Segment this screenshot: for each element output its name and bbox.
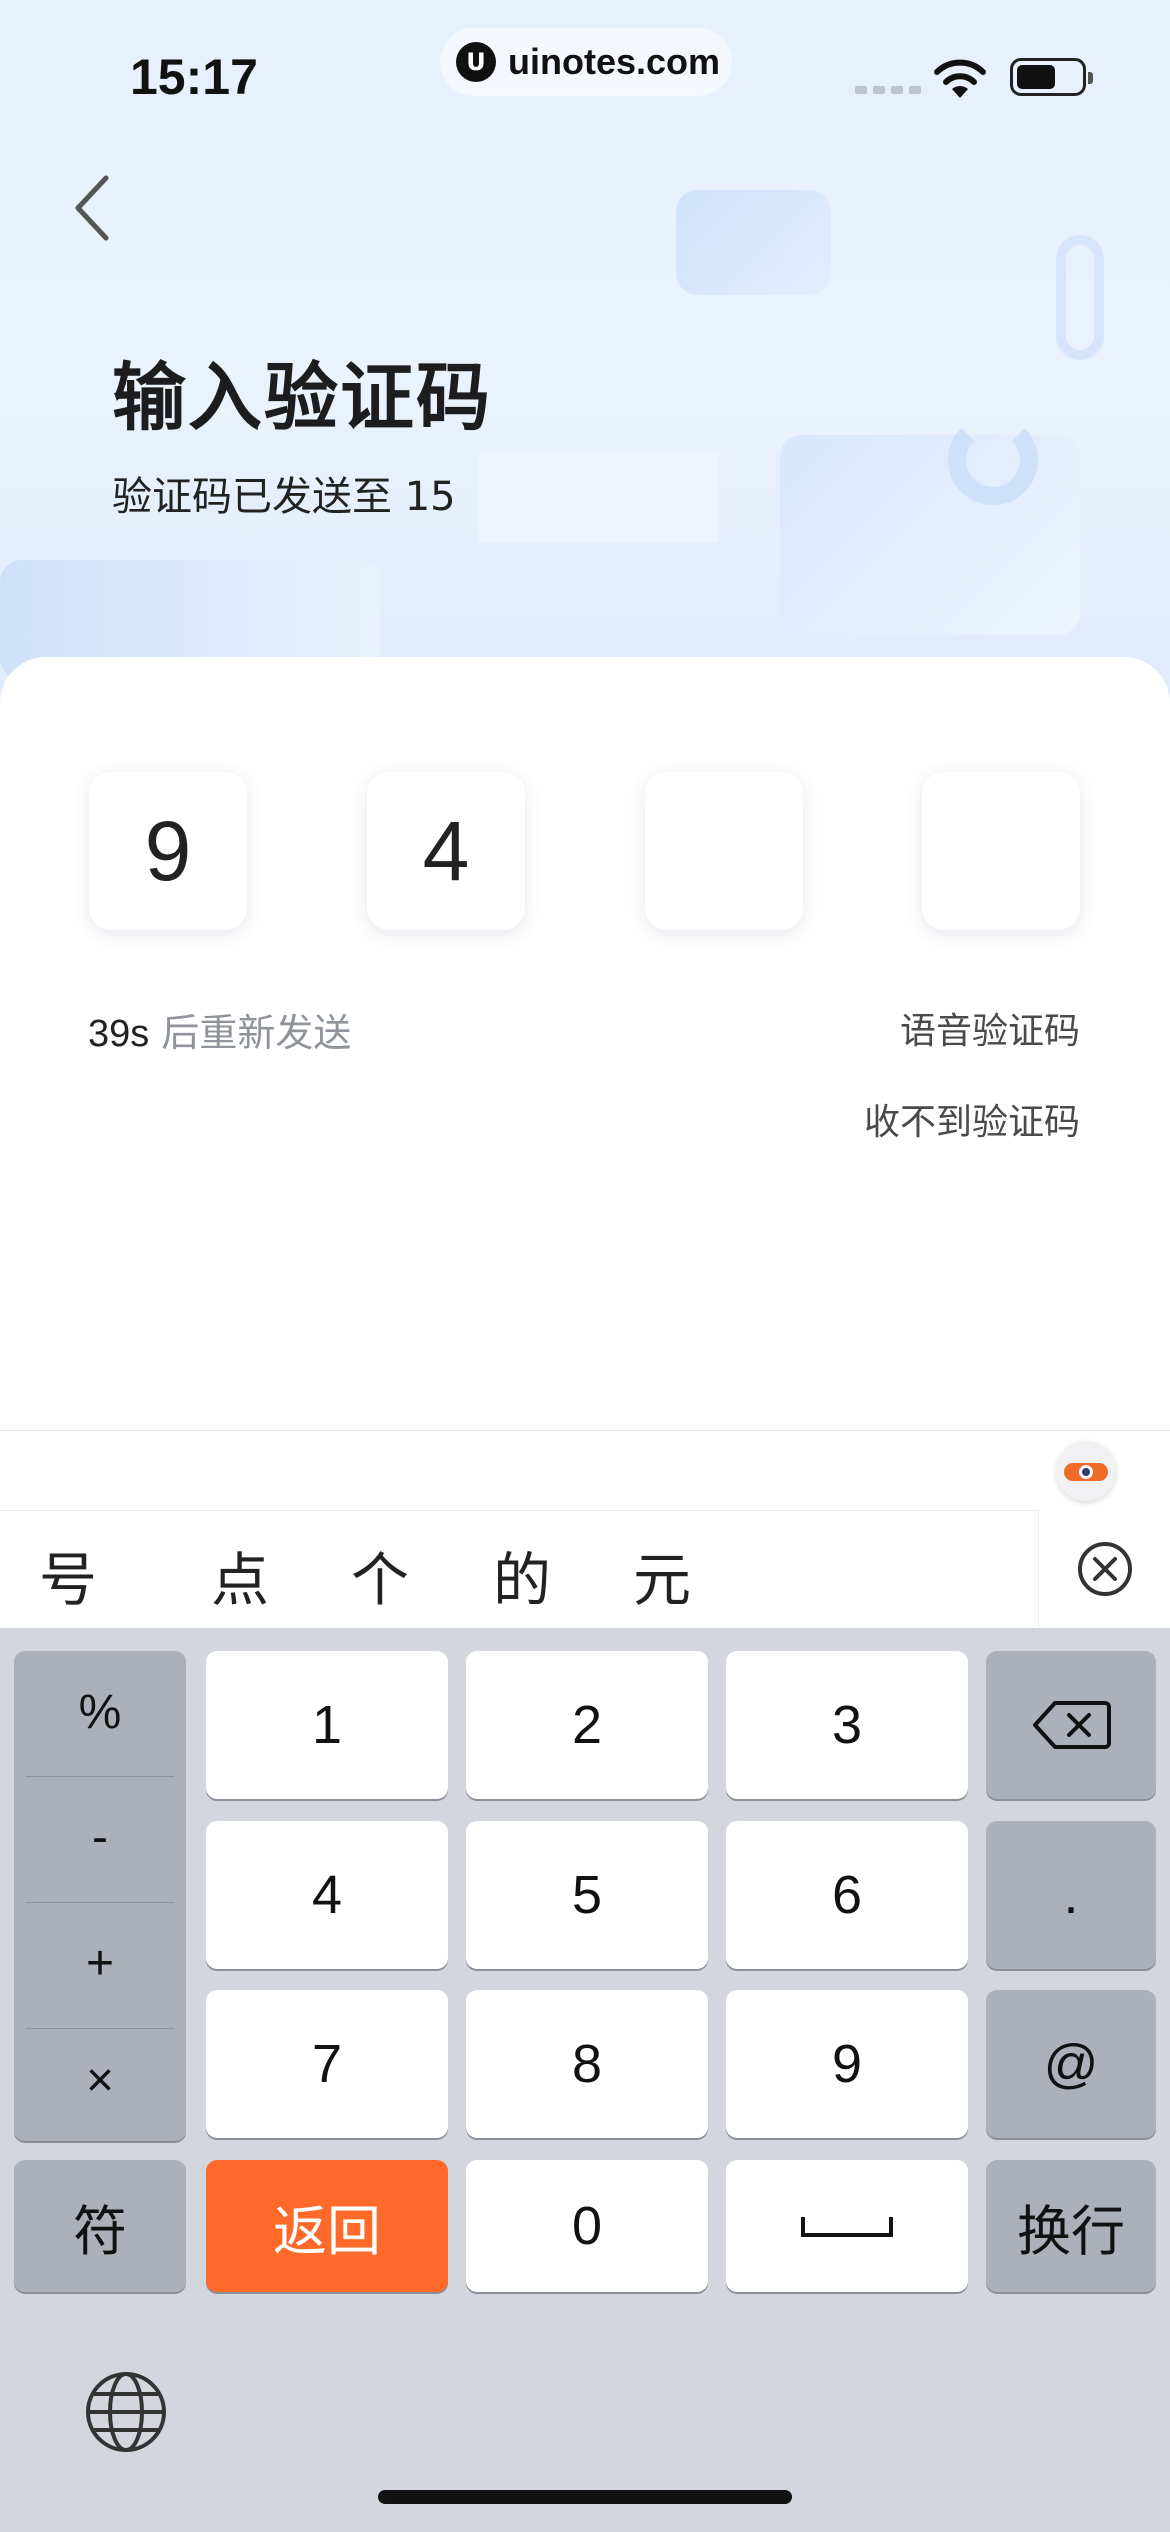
symbol-column: % - + × [14, 1651, 186, 2141]
key-multiply[interactable]: × [14, 2019, 186, 2141]
key-plus[interactable]: + [14, 1902, 186, 2024]
newline-key[interactable]: 换行 [986, 2160, 1156, 2292]
code-digit-box[interactable] [922, 772, 1080, 930]
key-2[interactable]: 2 [466, 1651, 708, 1799]
watermark-pill: U uinotes.com [440, 28, 732, 96]
code-digit-box[interactable] [645, 772, 803, 930]
key-5[interactable]: 5 [466, 1821, 708, 1969]
key-7[interactable]: 7 [206, 1990, 448, 2138]
candidate-word[interactable]: 的 [472, 1533, 572, 1617]
space-key[interactable] [726, 2160, 968, 2292]
key-dot[interactable]: . [986, 1821, 1156, 1969]
chevron-left-icon [75, 175, 109, 240]
candidate-word[interactable]: 点 [190, 1533, 290, 1617]
space-icon [801, 2217, 893, 2237]
candidate-word[interactable]: 号 [18, 1533, 118, 1617]
key-6[interactable]: 6 [726, 1821, 968, 1969]
back-button[interactable] [62, 170, 122, 245]
key-0[interactable]: 0 [466, 2160, 708, 2292]
candidate-close-button[interactable] [1038, 1510, 1170, 1628]
symbols-key[interactable]: 符 [14, 2160, 186, 2292]
key-3[interactable]: 3 [726, 1651, 968, 1799]
resend-countdown: 39s 后重新发送 [88, 1002, 351, 1057]
globe-icon[interactable] [84, 2370, 168, 2454]
status-bar: 15:17 U uinotes.com [0, 0, 1170, 150]
signal-icon [855, 86, 921, 94]
keyboard-toolbar [0, 1430, 1170, 1510]
status-time: 15:17 [130, 49, 258, 105]
site-logo-icon: U [456, 42, 496, 82]
decor-ring [948, 415, 1038, 505]
resend-label: 后重新发送 [161, 1011, 352, 1055]
code-digit-box[interactable]: 9 [89, 772, 247, 930]
key-4[interactable]: 4 [206, 1821, 448, 1969]
key-percent[interactable]: % [14, 1651, 186, 1773]
return-key[interactable]: 返回 [206, 2160, 448, 2292]
backspace-icon [1033, 1701, 1111, 1749]
key-9[interactable]: 9 [726, 1990, 968, 2138]
key-minus[interactable]: - [14, 1776, 186, 1898]
battery-icon [1010, 58, 1093, 96]
no-code-link[interactable]: 收不到验证码 [864, 1093, 1080, 1145]
page-title: 输入验证码 [112, 355, 492, 441]
code-digit-box[interactable]: 4 [367, 772, 525, 930]
key-at[interactable]: @ [986, 1990, 1156, 2138]
decor-shape [676, 190, 831, 295]
keyboard-mascot-icon[interactable] [1056, 1441, 1116, 1501]
candidate-word[interactable]: 元 [612, 1533, 712, 1617]
home-indicator [378, 2490, 792, 2504]
close-circle-icon [1077, 1542, 1132, 1596]
candidate-word[interactable]: 个 [330, 1533, 430, 1617]
wifi-icon [934, 59, 986, 98]
key-8[interactable]: 8 [466, 1990, 708, 2138]
countdown-seconds: 39s [88, 1013, 150, 1055]
key-1[interactable]: 1 [206, 1651, 448, 1799]
candidate-bar: 号 点 个 的 元 [0, 1510, 1170, 1628]
sent-to-text: 验证码已发送至 15 [112, 474, 456, 520]
backspace-key[interactable] [986, 1651, 1156, 1799]
site-name: uinotes.com [508, 41, 721, 82]
paperclip-icon [1056, 235, 1104, 360]
voice-code-link[interactable]: 语音验证码 [900, 1002, 1080, 1054]
masked-phone-number [478, 452, 718, 542]
